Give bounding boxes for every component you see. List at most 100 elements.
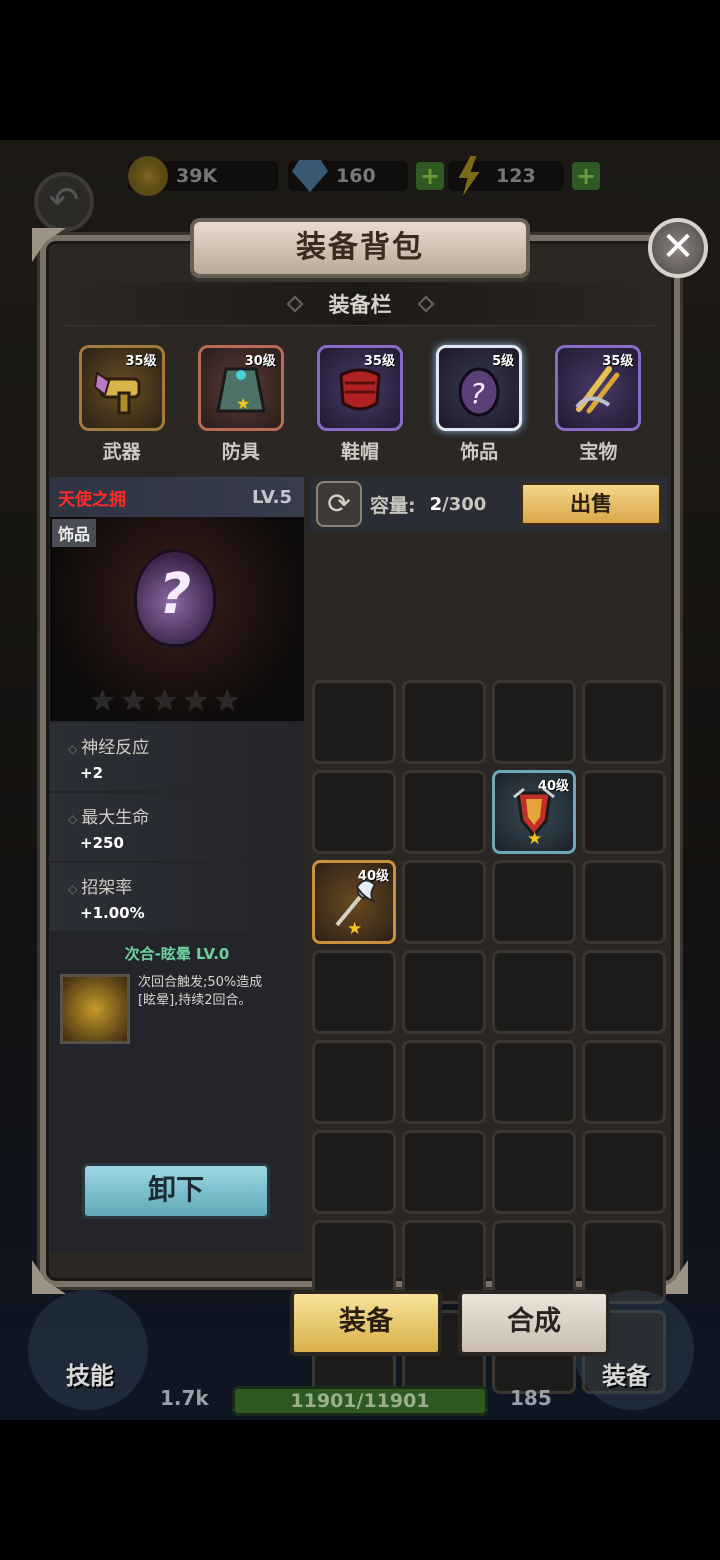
capacity-used: 2	[429, 493, 443, 515]
slot-weapon[interactable]: 35级 武器	[70, 345, 174, 475]
inventory-empty-cell[interactable]	[492, 1040, 576, 1124]
energy-value: 123	[496, 165, 536, 187]
empty-star-icon: ★	[183, 684, 209, 717]
gem-counter: 160 +	[288, 158, 444, 194]
inventory-item[interactable]: 40级 ★	[492, 770, 576, 854]
slot-frame: 35级	[555, 345, 642, 431]
back-button[interactable]: ↶	[34, 172, 94, 232]
inventory-empty-cell[interactable]	[582, 1040, 666, 1124]
empty-star-icon: ★	[121, 684, 147, 717]
slot-treasure[interactable]: 35级 宝物	[546, 345, 650, 475]
star-rating: ★ ★ ★ ★ ★	[90, 684, 240, 717]
sort-refresh-icon[interactable]: ⟳	[316, 481, 362, 527]
inventory-item[interactable]: 40级 ★	[312, 860, 396, 944]
ornament-diamond-icon	[417, 295, 434, 312]
item-detail-panel: 天使之拥 LV.5 饰品 ? ★ ★ ★ ★ ★ 神经反应 +2 最大生命 +2…	[50, 477, 304, 1253]
inventory-empty-cell[interactable]	[402, 680, 486, 764]
slot-frame-selected: 5级 ?	[436, 345, 523, 431]
inventory-empty-cell[interactable]	[492, 680, 576, 764]
golden-claw-icon	[575, 365, 620, 414]
modal-title: 装备背包	[296, 230, 424, 265]
gem-value: 160	[336, 165, 376, 187]
attribute-value: +1.00%	[80, 904, 145, 922]
slot-accessory[interactable]: 5级 ? 饰品	[427, 345, 531, 475]
attribute-name: 最大生命	[68, 803, 304, 828]
mystery-egg-icon: ?	[458, 367, 500, 417]
inventory-empty-cell[interactable]	[492, 950, 576, 1034]
inventory-empty-cell[interactable]	[582, 860, 666, 944]
rarity-star-icon: ★	[527, 829, 543, 849]
mystery-egg-icon: ?	[134, 549, 216, 647]
tab-equip[interactable]: 装备	[290, 1290, 442, 1356]
inventory-empty-cell[interactable]	[582, 1130, 666, 1214]
capacity-value: 2/300	[430, 494, 487, 515]
item-preview: 饰品 ? ★ ★ ★ ★ ★	[50, 517, 304, 721]
slot-label: 武器	[102, 441, 141, 463]
modal-title-plate: 装备背包	[190, 218, 530, 278]
unequip-button[interactable]: 卸下	[82, 1163, 270, 1219]
stun-skill-icon	[60, 974, 130, 1044]
empty-star-icon: ★	[90, 684, 116, 717]
ornament-diamond-icon	[286, 295, 303, 312]
inventory-empty-cell[interactable]	[312, 1040, 396, 1124]
skill-description: 次回合触发;50%造成 [眩晕],持续2回合。	[130, 974, 262, 1044]
inventory-empty-cell[interactable]	[402, 770, 486, 854]
slot-frame: 35级	[78, 345, 165, 431]
equipped-slots: 35级 武器 30级 ★ 防具 35级 鞋帽 5级 ? 饰品 35级 宝物	[62, 345, 658, 475]
bottom-nav: 技能 装备 装备 合成 1.7k 11901/11901 185	[0, 1290, 720, 1420]
egg-question-mark: ?	[158, 562, 192, 627]
energy-counter: 123 +	[448, 156, 600, 196]
inventory-empty-cell[interactable]	[402, 860, 486, 944]
skill-desc-line: 次回合触发;50%造成	[138, 975, 263, 990]
defense-value: 185	[510, 1386, 552, 1410]
slot-label: 宝物	[579, 441, 618, 463]
inventory-empty-cell[interactable]	[492, 1130, 576, 1214]
attribute-value: +2	[80, 764, 104, 782]
inventory-empty-cell[interactable]	[402, 950, 486, 1034]
attribute-name: 神经反应	[68, 733, 304, 758]
tab-forge[interactable]: 合成	[458, 1290, 610, 1356]
slot-headwear[interactable]: 35级 鞋帽	[308, 345, 412, 475]
gold-coin-icon	[128, 156, 168, 196]
blaster-icon	[93, 370, 141, 415]
attribute-name: 招架率	[68, 873, 304, 898]
rarity-star-icon: ★	[347, 919, 363, 939]
inventory-empty-cell[interactable]	[582, 770, 666, 854]
capacity-total: /300	[442, 493, 487, 515]
slot-label: 鞋帽	[340, 441, 379, 463]
attribute-row: 招架率 +1.00%	[50, 863, 304, 931]
cloak-icon: ★	[215, 367, 266, 413]
slot-frame: 35级	[316, 345, 403, 431]
add-gems-button[interactable]: +	[416, 162, 444, 190]
item-level: LV.5	[252, 486, 292, 508]
svg-text:?: ?	[470, 377, 485, 410]
capacity-label: 容量:	[370, 494, 416, 517]
attack-value: 1.7k	[160, 1386, 209, 1410]
inventory-empty-cell[interactable]	[582, 950, 666, 1034]
gold-counter: 39K	[128, 156, 278, 196]
inventory-empty-cell[interactable]	[402, 1040, 486, 1124]
inventory-empty-cell[interactable]	[312, 950, 396, 1034]
section-title: 装备栏	[328, 292, 392, 317]
gear-label: 装备	[602, 1362, 650, 1390]
inventory-empty-cell[interactable]	[402, 1130, 486, 1214]
inventory-empty-cell[interactable]	[582, 680, 666, 764]
slot-armor[interactable]: 30级 ★ 防具	[189, 345, 293, 475]
inventory-empty-cell[interactable]	[492, 860, 576, 944]
close-button[interactable]: ✕	[648, 218, 708, 278]
sell-button[interactable]: 出售	[520, 482, 662, 526]
glove-icon	[339, 368, 381, 411]
gold-value: 39K	[176, 165, 218, 187]
inventory-empty-cell[interactable]	[312, 680, 396, 764]
inventory-empty-cell[interactable]	[312, 1130, 396, 1214]
skill-title: 次合-眩晕 LV.0	[124, 945, 230, 963]
skills-nav-icon[interactable]	[28, 1290, 148, 1410]
item-category-tag: 饰品	[52, 519, 97, 547]
item-header: 天使之拥 LV.5	[50, 477, 304, 517]
inventory-grid: 40级 ★ 40级 ★	[312, 680, 668, 1394]
inventory-empty-cell[interactable]	[312, 770, 396, 854]
attribute-row: 最大生命 +250	[50, 793, 304, 861]
add-energy-button[interactable]: +	[572, 162, 600, 190]
item-name: 天使之拥	[58, 489, 126, 510]
attribute-row: 神经反应 +2	[50, 723, 304, 791]
